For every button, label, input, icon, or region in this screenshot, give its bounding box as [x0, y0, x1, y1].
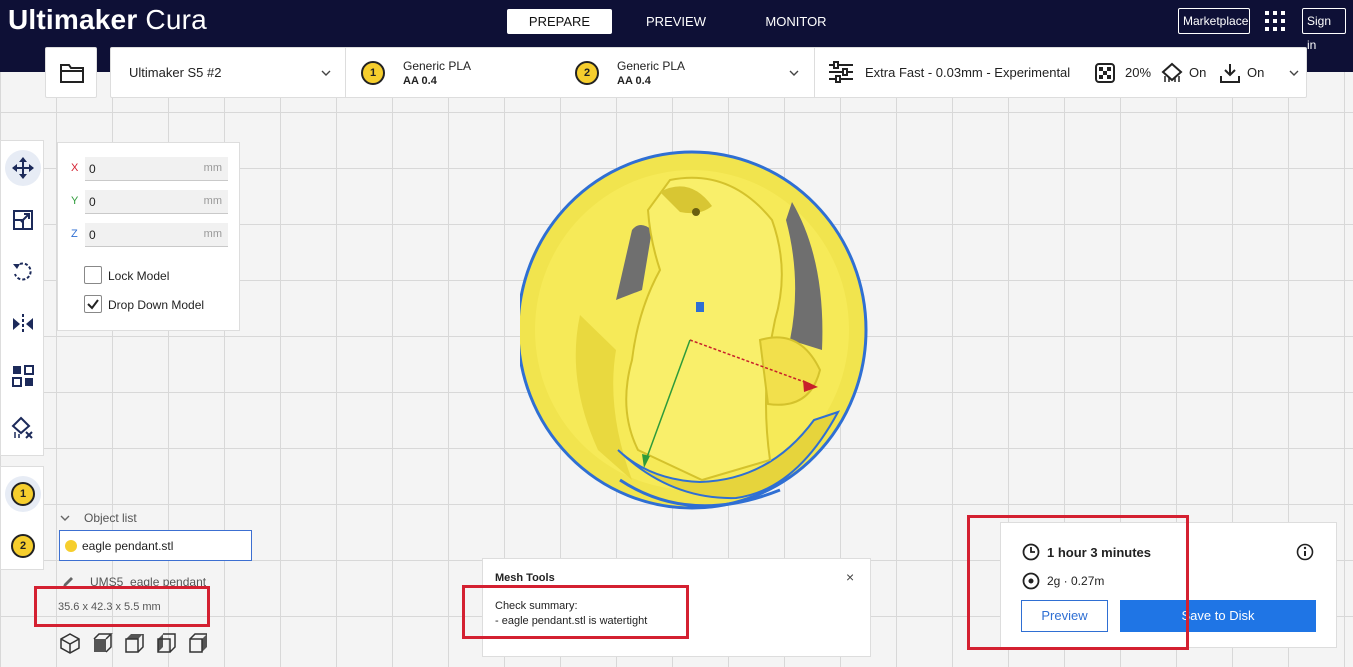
annotation-box-print-estimate: [967, 515, 1189, 650]
header-bar: Ultimaker S5 #2 1 Generic PLA AA 0.4 2 G…: [110, 47, 1307, 98]
per-model-settings-button[interactable]: [5, 358, 41, 394]
z-axis-label: Z: [71, 228, 78, 240]
support-blocker-icon: [11, 416, 33, 439]
drop-down-model-checkbox[interactable]: [84, 295, 102, 313]
infill-value: 20%: [1125, 65, 1152, 80]
info-icon[interactable]: [1296, 543, 1314, 561]
z-position-input[interactable]: 0 mm: [85, 223, 228, 247]
move-tool-button[interactable]: [5, 150, 41, 186]
tab-preview[interactable]: PREVIEW: [616, 9, 736, 34]
annotation-box-mesh-check: [462, 585, 689, 639]
profile-name: Extra Fast - 0.03mm - Experimental: [865, 65, 1071, 80]
y-axis-label: Y: [71, 195, 79, 207]
x-position-input[interactable]: 0 mm: [85, 157, 228, 181]
adhesion-value: On: [1247, 65, 1265, 80]
app-logo: Ultimaker Cura: [8, 4, 207, 36]
y-value: 0: [89, 195, 96, 209]
move-tool-panel: X 0 mm Y 0 mm Z 0 mm Lock Model Drop Dow…: [57, 142, 240, 331]
chevron-down-icon: [789, 70, 799, 76]
rotate-icon: [13, 262, 32, 281]
infill-icon: [1095, 63, 1115, 83]
extruder-2-material: Generic PLA: [617, 59, 686, 73]
folder-icon: [60, 64, 84, 83]
z-axis-row: Z 0 mm: [71, 223, 228, 247]
x-axis-label: X: [71, 162, 79, 174]
extruder-color-dot: [65, 540, 77, 552]
object-list-header[interactable]: Object list: [84, 511, 137, 525]
x-value: 0: [89, 162, 96, 176]
view-3d-icon[interactable]: [59, 632, 81, 654]
tab-monitor[interactable]: MONITOR: [736, 9, 856, 34]
apps-grid-icon[interactable]: [1265, 11, 1285, 31]
scale-icon: [13, 210, 33, 230]
extruder-2-badge: 2: [575, 61, 599, 85]
chevron-down-icon[interactable]: [60, 513, 70, 523]
eagle-pendant-model[interactable]: [520, 150, 876, 540]
extruder-1-icon: 1: [11, 482, 35, 506]
scale-tool-button[interactable]: [5, 202, 41, 238]
sign-in-button[interactable]: Sign in: [1302, 8, 1346, 52]
mirror-tool-button[interactable]: [5, 306, 41, 342]
drop-down-model-label: Drop Down Model: [108, 298, 205, 312]
extruder-1-core: AA 0.4: [403, 75, 437, 87]
support-blocker-button[interactable]: [5, 410, 41, 446]
view-top-icon[interactable]: [123, 632, 145, 654]
marketplace-button[interactable]: Marketplace: [1178, 8, 1250, 34]
y-unit: mm: [203, 195, 222, 207]
lock-model-label: Lock Model: [108, 269, 170, 283]
mirror-icon: [13, 314, 33, 334]
tab-prepare[interactable]: PREPARE: [507, 9, 612, 34]
view-right-icon[interactable]: [187, 632, 209, 654]
lock-model-checkbox[interactable]: [84, 266, 102, 284]
printer-selector[interactable]: Ultimaker S5 #2: [111, 48, 345, 97]
material-selector[interactable]: 1 Generic PLA AA 0.4 2 Generic PLA AA 0.…: [346, 48, 814, 97]
extruder-2-icon: 2: [11, 534, 35, 558]
per-model-settings-icon: [12, 365, 34, 387]
mesh-tools-title: Mesh Tools: [495, 572, 555, 584]
brand-light: Cura: [145, 4, 207, 35]
extruder-1-material: Generic PLA: [403, 59, 472, 73]
support-icon: [1161, 62, 1183, 82]
view-left-icon[interactable]: [155, 632, 177, 654]
object-name: eagle pendant.stl: [82, 539, 174, 553]
print-settings-selector[interactable]: Extra Fast - 0.03mm - Experimental 20% O…: [815, 48, 1306, 97]
open-file-button[interactable]: [45, 47, 97, 98]
extruder-2-core: AA 0.4: [617, 75, 651, 87]
z-value: 0: [89, 228, 96, 242]
extruder-1-button[interactable]: 1: [5, 476, 41, 512]
z-unit: mm: [203, 228, 222, 240]
support-value: On: [1189, 65, 1207, 80]
x-unit: mm: [203, 162, 222, 174]
y-position-input[interactable]: 0 mm: [85, 190, 228, 214]
extruder-sidebar: 1 2: [0, 466, 44, 570]
move-icon: [12, 157, 34, 179]
rotate-tool-button[interactable]: [5, 254, 41, 290]
object-list-item[interactable]: eagle pendant.stl: [59, 530, 252, 561]
view-front-icon[interactable]: [91, 632, 113, 654]
checkmark-icon: [87, 299, 99, 310]
x-axis-row: X 0 mm: [71, 157, 228, 181]
close-icon[interactable]: ×: [846, 569, 854, 585]
annotation-box-dimensions: [34, 586, 210, 627]
stage-tabs: PREPARE PREVIEW MONITOR: [507, 9, 856, 34]
extruder-1-badge: 1: [361, 61, 385, 85]
sliders-icon: [829, 61, 853, 83]
tool-sidebar: [0, 140, 44, 456]
chevron-down-icon: [1289, 70, 1299, 76]
printer-name: Ultimaker S5 #2: [129, 65, 222, 80]
adhesion-icon: [1220, 64, 1240, 83]
y-axis-row: Y 0 mm: [71, 190, 228, 214]
brand-bold: Ultimaker: [8, 4, 138, 35]
extruder-2-button[interactable]: 2: [5, 528, 41, 564]
chevron-down-icon: [321, 70, 331, 76]
